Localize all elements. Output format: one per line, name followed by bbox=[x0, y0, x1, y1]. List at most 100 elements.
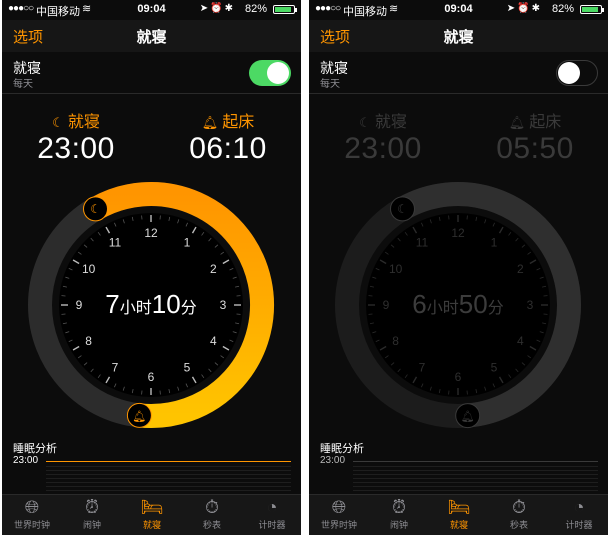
clock-number: 4 bbox=[517, 334, 524, 348]
sleep-dial[interactable]: 121234567891011 6小时50分 ☾ 🔔︎ bbox=[333, 180, 583, 430]
bedtime-screen-enabled: ●●●○○ 中国移动 ≋ 09:04 ➤⏰✱ 82% 选项 就寝 就寝 每天 ☾… bbox=[2, 0, 301, 535]
clock-number: 7 bbox=[112, 360, 119, 374]
sleep-chart-bedtime-line bbox=[46, 461, 291, 462]
tab-timer[interactable]: ◔ 计时器 bbox=[549, 497, 608, 531]
wake-handle[interactable]: 🔔︎ bbox=[455, 403, 481, 429]
clock-number: 5 bbox=[491, 360, 498, 374]
tab-stopwatch[interactable]: ⏱︎ 秒表 bbox=[182, 497, 242, 531]
duration-hours: 6 bbox=[412, 289, 426, 319]
battery-icon bbox=[273, 5, 297, 14]
wake-value: 06:10 bbox=[189, 132, 267, 165]
sleep-chart bbox=[353, 466, 598, 492]
duration-minutes: 50 bbox=[459, 289, 488, 319]
globe-icon: 🌐︎ bbox=[24, 497, 40, 517]
clock-number: 2 bbox=[210, 262, 217, 276]
stopwatch-icon: ⏱︎ bbox=[204, 497, 220, 517]
bedtime-toggle[interactable] bbox=[556, 60, 598, 86]
wake-handle[interactable]: 🔔︎ bbox=[126, 402, 152, 428]
clock-number: 8 bbox=[392, 334, 399, 348]
nav-bar: 选项 就寝 bbox=[309, 20, 608, 52]
duration-hours: 7 bbox=[105, 289, 119, 319]
timer-icon: ◔ bbox=[266, 497, 278, 517]
clock-number: 10 bbox=[82, 262, 96, 276]
bedtime-row-sublabel: 每天 bbox=[320, 79, 340, 90]
bedtime-toggle-row: 就寝 每天 bbox=[2, 55, 301, 94]
bedtime-toggle-row: 就寝 每天 bbox=[309, 55, 608, 94]
bedtime-row-sublabel: 每天 bbox=[13, 79, 33, 90]
bedtime-toggle[interactable] bbox=[249, 60, 291, 86]
page-title: 就寝 bbox=[136, 29, 167, 46]
bedtime-column[interactable]: ☾ 就寝 23:00 bbox=[323, 108, 443, 166]
tab-timer[interactable]: ◔ 计时器 bbox=[242, 497, 301, 531]
toggle-knob bbox=[558, 62, 580, 84]
sleep-chart bbox=[46, 466, 291, 492]
bedtime-column[interactable]: ☾ 就寝 23:00 bbox=[16, 108, 136, 166]
clock-number: 5 bbox=[184, 360, 191, 374]
nav-bar: 选项 就寝 bbox=[2, 20, 301, 52]
tab-stopwatch[interactable]: ⏱︎ 秒表 bbox=[489, 497, 549, 531]
clock-number: 11 bbox=[416, 236, 429, 250]
sleep-analysis-label: 睡眠分析 bbox=[320, 443, 364, 455]
clock-number: 11 bbox=[109, 236, 122, 250]
location-alarm-bluetooth-icons: ➤⏰✱ bbox=[506, 3, 542, 14]
page-title: 就寝 bbox=[443, 29, 474, 46]
clock-number: 6 bbox=[455, 370, 462, 384]
tab-bar: 🌐︎ 世界时钟 ⏰︎ 闹钟 🛏︎ 就寝 ⏱︎ 秒表 ◔ 计时器 bbox=[309, 494, 608, 535]
clock-number: 4 bbox=[210, 334, 217, 348]
clock-number: 6 bbox=[148, 370, 155, 384]
location-alarm-bluetooth-icons: ➤⏰✱ bbox=[199, 3, 235, 14]
battery-percent: 82% bbox=[244, 3, 267, 15]
battery-icon bbox=[580, 5, 604, 14]
tab-alarm[interactable]: ⏰︎ 闹钟 bbox=[62, 497, 122, 531]
sleep-analysis-label: 睡眠分析 bbox=[13, 443, 57, 455]
bedtime-value: 23:00 bbox=[37, 132, 115, 165]
bell-icon: 🔔︎ bbox=[508, 115, 526, 130]
clock-number: 8 bbox=[85, 334, 92, 348]
tab-world-clock[interactable]: 🌐︎ 世界时钟 bbox=[309, 497, 369, 531]
status-bar: ●●●○○ 中国移动 ≋ 09:04 ➤⏰✱ 82% bbox=[2, 0, 301, 20]
sleep-chart-bedtime-line bbox=[353, 461, 598, 462]
moon-icon: ☾ bbox=[397, 202, 408, 216]
tab-bar: 🌐︎ 世界时钟 ⏰︎ 闹钟 🛏︎ 就寝 ⏱︎ 秒表 ◔ 计时器 bbox=[2, 494, 301, 535]
clock-number: 3 bbox=[220, 298, 227, 312]
wake-column[interactable]: 🔔︎ 起床 06:10 bbox=[168, 108, 288, 166]
moon-icon: ☾ bbox=[90, 202, 101, 216]
bedtime-handle[interactable]: ☾ bbox=[390, 196, 415, 222]
globe-icon: 🌐︎ bbox=[331, 497, 347, 517]
bell-icon: 🔔︎ bbox=[132, 410, 146, 423]
clock-number: 7 bbox=[419, 360, 426, 374]
wake-heading: 起床 bbox=[222, 114, 255, 131]
status-bar: ●●●○○ 中国移动 ≋ 09:04 ➤⏰✱ 82% bbox=[309, 0, 608, 20]
bedtime-handle[interactable]: ☾ bbox=[83, 196, 108, 222]
duration-hours-unit: 小时 bbox=[427, 299, 459, 317]
bedtime-heading: 就寝 bbox=[374, 114, 407, 131]
alarm-clock-icon: ⏰︎ bbox=[84, 497, 100, 517]
wake-heading: 起床 bbox=[529, 114, 562, 131]
clock-number: 3 bbox=[527, 298, 534, 312]
sleep-chart-start-time: 23:00 bbox=[320, 455, 346, 466]
bed-icon: 🛏︎ bbox=[140, 497, 164, 517]
bedtime-value: 23:00 bbox=[344, 132, 422, 165]
time-summary: ☾ 就寝 23:00 🔔︎ 起床 05:50 bbox=[309, 108, 608, 168]
bedtime-heading: 就寝 bbox=[67, 114, 100, 131]
bell-icon: 🔔︎ bbox=[201, 115, 219, 130]
duration-minutes-unit: 分 bbox=[488, 299, 504, 317]
bell-icon: 🔔︎ bbox=[461, 410, 475, 423]
tab-world-clock[interactable]: 🌐︎ 世界时钟 bbox=[2, 497, 62, 531]
wake-column[interactable]: 🔔︎ 起床 05:50 bbox=[475, 108, 595, 166]
duration-minutes-unit: 分 bbox=[181, 299, 197, 317]
clock-number: 10 bbox=[389, 262, 403, 276]
clock-number: 9 bbox=[383, 298, 390, 312]
stopwatch-icon: ⏱︎ bbox=[511, 497, 527, 517]
duration-minutes: 10 bbox=[152, 289, 181, 319]
tab-bedtime[interactable]: 🛏︎ 就寝 bbox=[429, 497, 489, 531]
clock-number: 9 bbox=[76, 298, 83, 312]
toggle-knob bbox=[267, 62, 289, 84]
clock-number: 12 bbox=[451, 226, 465, 240]
sleep-dial[interactable]: 121234567891011 7小时10分 ☾ 🔔︎ bbox=[26, 180, 276, 430]
clock-number: 1 bbox=[184, 236, 191, 250]
tab-alarm[interactable]: ⏰︎ 闹钟 bbox=[369, 497, 429, 531]
battery-percent: 82% bbox=[551, 3, 574, 15]
tab-bedtime[interactable]: 🛏︎ 就寝 bbox=[122, 497, 182, 531]
moon-icon: ☾ bbox=[52, 115, 64, 130]
